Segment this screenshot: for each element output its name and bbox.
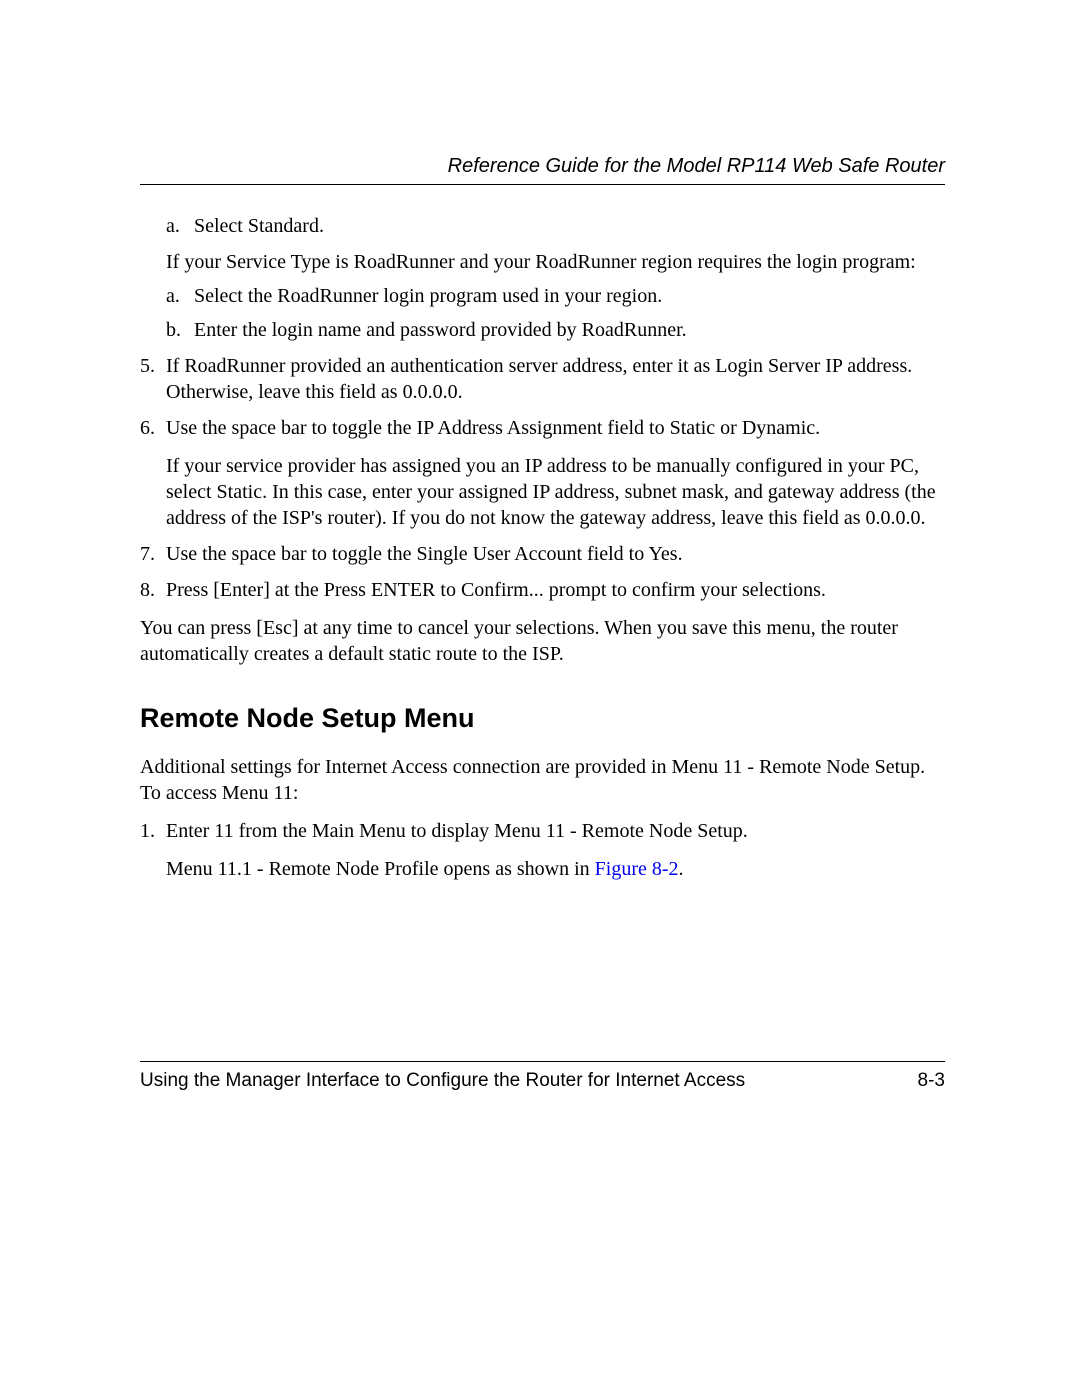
list-marker: b. [166, 317, 194, 343]
list-paragraph: If your service provider has assigned yo… [166, 453, 945, 531]
page: Reference Guide for the Model RP114 Web … [0, 0, 1080, 1397]
list-number: 5. [140, 353, 166, 405]
list-number: 6. [140, 415, 166, 531]
section-intro: Additional settings for Internet Access … [140, 754, 945, 806]
header-rule [140, 184, 945, 185]
list-paragraph: Menu 11.1 - Remote Node Profile opens as… [166, 856, 945, 882]
list-body: Use the space bar to toggle the Single U… [166, 541, 945, 567]
running-header: Reference Guide for the Model RP114 Web … [140, 155, 945, 178]
list-marker: a. [166, 283, 194, 309]
list-text: Enter the login name and password provid… [194, 317, 945, 343]
sublist-1: a. Select Standard. [140, 213, 945, 239]
list-body: Enter 11 from the Main Menu to display M… [166, 818, 945, 882]
list-body: Press [Enter] at the Press ENTER to Conf… [166, 577, 945, 603]
sublist-item: b. Enter the login name and password pro… [140, 317, 945, 343]
list-body: Use the space bar to toggle the IP Addre… [166, 415, 945, 531]
sublist-item: a. Select Standard. [140, 213, 945, 239]
para-post: . [679, 858, 684, 880]
list-item-6: 6. Use the space bar to toggle the IP Ad… [140, 415, 945, 531]
list-number: 1. [140, 818, 166, 882]
section-heading: Remote Node Setup Menu [140, 701, 945, 736]
list-number: 8. [140, 577, 166, 603]
sublist-item: a. Select the RoadRunner login program u… [140, 283, 945, 309]
conditional-text: If your Service Type is RoadRunner and y… [140, 249, 945, 275]
sublist-2: a. Select the RoadRunner login program u… [140, 283, 945, 343]
para-pre: Menu 11.1 - Remote Node Profile opens as… [166, 858, 595, 880]
section-numbered-list: 1. Enter 11 from the Main Menu to displa… [140, 818, 945, 882]
list-item-5: 5. If RoadRunner provided an authenticat… [140, 353, 945, 405]
list-item-1: 1. Enter 11 from the Main Menu to displa… [140, 818, 945, 882]
list-text: Select the RoadRunner login program used… [194, 283, 945, 309]
footer-rule [140, 1061, 945, 1062]
page-footer: Using the Manager Interface to Configure… [140, 1061, 945, 1092]
list-marker: a. [166, 213, 194, 239]
list-text: Enter 11 from the Main Menu to display M… [166, 818, 945, 844]
list-body: If RoadRunner provided an authentication… [166, 353, 945, 405]
list-number: 7. [140, 541, 166, 567]
page-number: 8-3 [918, 1070, 945, 1092]
list-item-7: 7. Use the space bar to toggle the Singl… [140, 541, 945, 567]
list-item-8: 8. Press [Enter] at the Press ENTER to C… [140, 577, 945, 603]
footer-row: Using the Manager Interface to Configure… [140, 1070, 945, 1092]
figure-link[interactable]: Figure 8-2 [595, 858, 679, 880]
list-text: Select Standard. [194, 213, 945, 239]
closing-paragraph: You can press [Esc] at any time to cance… [140, 615, 945, 667]
content-area: a. Select Standard. If your Service Type… [140, 213, 945, 882]
numbered-list: 5. If RoadRunner provided an authenticat… [140, 353, 945, 603]
footer-left: Using the Manager Interface to Configure… [140, 1070, 745, 1092]
list-text: Use the space bar to toggle the IP Addre… [166, 415, 945, 441]
